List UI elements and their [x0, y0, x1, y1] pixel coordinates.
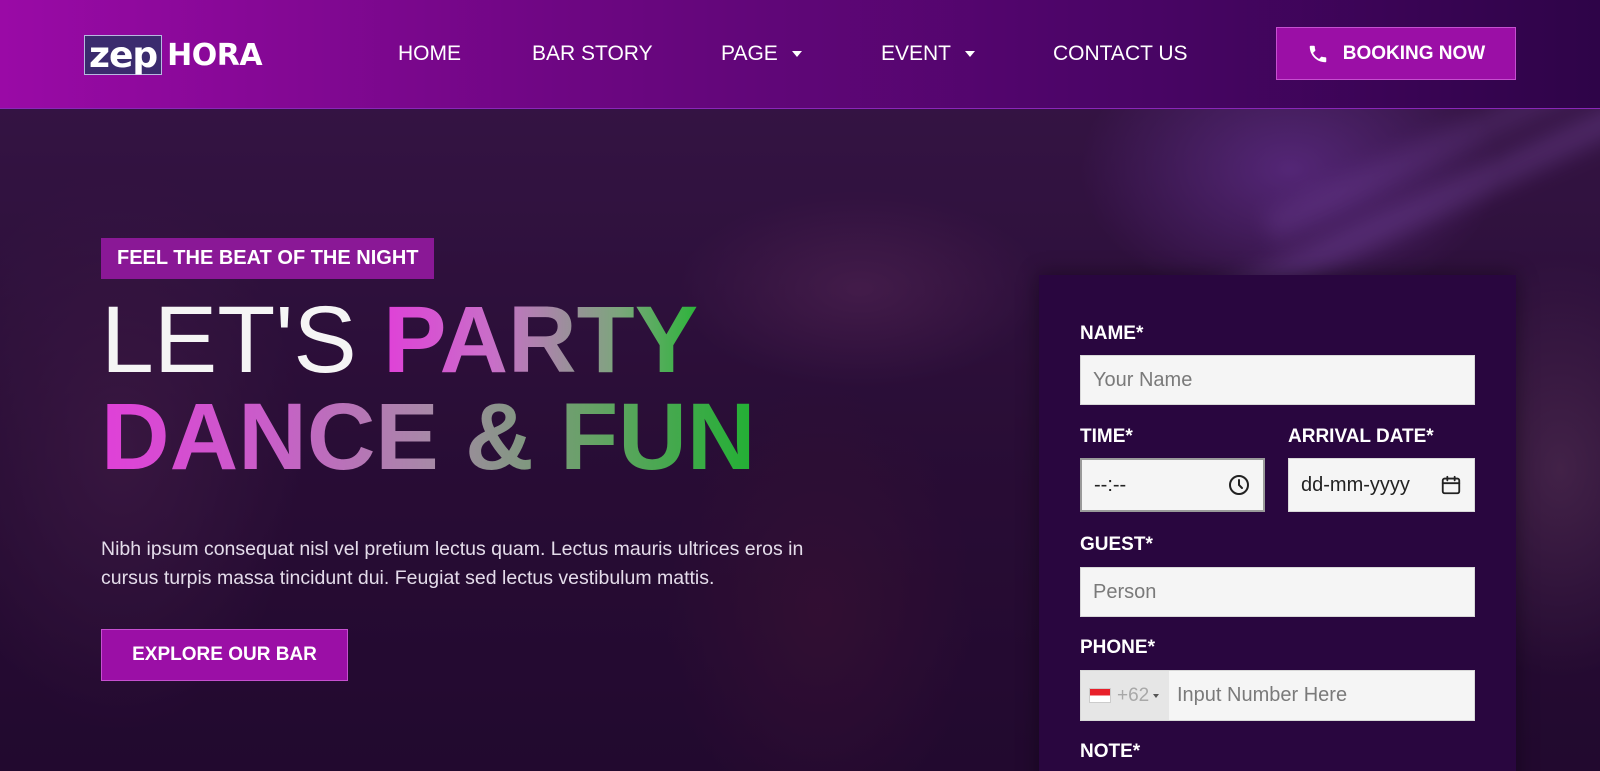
booking-now-button[interactable]: BOOKING NOW [1276, 27, 1516, 80]
chevron-down-icon [791, 51, 802, 57]
guest-label: GUEST* [1080, 534, 1153, 555]
arrival-date-input[interactable]: dd-mm-yyyy [1288, 458, 1475, 512]
explore-our-bar-button[interactable]: EXPLORE OUR BAR [101, 629, 348, 681]
hero-tagline: FEEL THE BEAT OF THE NIGHT [101, 238, 435, 279]
booking-form: NAME* TIME* --:-- ARRIVAL DATE* dd-mm-yy… [1039, 275, 1516, 771]
nav-event-label: EVENT [881, 42, 952, 65]
time-label: TIME* [1080, 426, 1133, 447]
headline-line2: DANCE & FUN [101, 384, 756, 490]
logo[interactable]: zep HORA [84, 34, 263, 76]
hero-section: FEEL THE BEAT OF THE NIGHT LET'S PARTY D… [0, 109, 1600, 771]
nav-contact-us-label: CONTACT US [1053, 42, 1188, 65]
logo-word: HORA [167, 37, 263, 73]
nav-event[interactable]: EVENT [881, 42, 976, 66]
chevron-down-icon [965, 51, 976, 57]
arrival-date-label: ARRIVAL DATE* [1288, 426, 1434, 447]
date-value: dd-mm-yyyy [1301, 473, 1410, 496]
guest-input[interactable] [1080, 567, 1475, 617]
phone-input[interactable] [1169, 671, 1474, 720]
nav-page[interactable]: PAGE [721, 42, 802, 66]
phone-icon [1309, 45, 1326, 62]
name-label: NAME* [1080, 323, 1144, 344]
nav-bar-story[interactable]: BAR STORY [532, 42, 653, 66]
time-value: --:-- [1094, 473, 1127, 496]
booking-now-label: BOOKING NOW [1342, 42, 1486, 64]
headline-part1: LET'S [101, 287, 357, 393]
clock-icon[interactable] [1227, 473, 1251, 497]
indonesia-flag-icon [1089, 688, 1111, 703]
calendar-icon[interactable] [1440, 474, 1462, 496]
name-input[interactable] [1080, 355, 1475, 405]
hero-description: Nibh ipsum consequat nisl vel pretium le… [101, 538, 804, 589]
nav-home[interactable]: HOME [398, 42, 461, 66]
nav-bar-story-label: BAR STORY [532, 42, 653, 65]
headline-part2: PARTY [383, 287, 699, 393]
nav-home-label: HOME [398, 42, 461, 65]
nav-page-label: PAGE [721, 42, 778, 65]
chevron-down-icon [1153, 693, 1160, 698]
note-label: NOTE* [1080, 741, 1141, 762]
country-code-select[interactable]: +62 [1081, 671, 1169, 720]
nav-contact-us[interactable]: CONTACT US [1053, 42, 1188, 66]
site-header: zep HORA HOME BAR STORY PAGE EVENT CONTA… [0, 0, 1600, 109]
phone-field: +62 [1080, 670, 1475, 721]
country-code-value: +62 [1117, 684, 1150, 706]
time-input[interactable]: --:-- [1080, 458, 1265, 512]
logo-mark: zep [84, 35, 163, 76]
explore-button-label: EXPLORE OUR BAR [132, 644, 317, 665]
hero-headline: LET'S PARTY DANCE & FUN [101, 292, 901, 486]
phone-label: PHONE* [1080, 637, 1155, 658]
